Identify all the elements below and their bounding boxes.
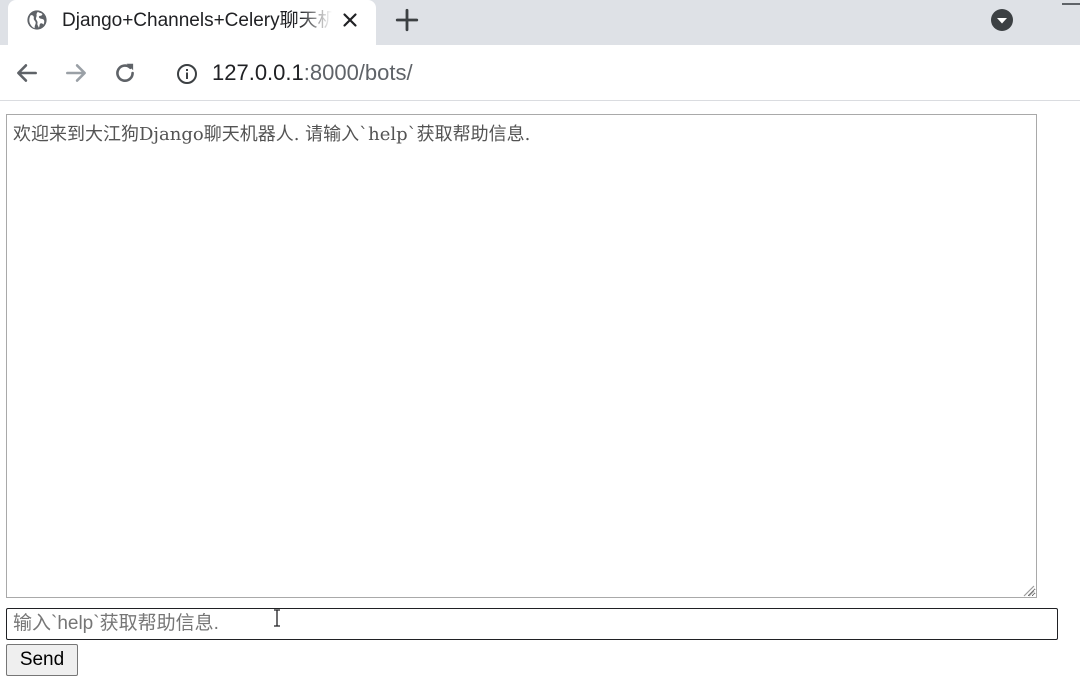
reload-icon[interactable]: [112, 60, 138, 86]
minimize-icon[interactable]: [1062, 2, 1080, 6]
arrow-right-icon[interactable]: [63, 60, 89, 86]
tab-title: Django+Channels+Celery聊天机器人: [62, 10, 332, 31]
chevron-down-circle-icon[interactable]: [990, 8, 1014, 32]
resize-handle-icon[interactable]: [1021, 583, 1035, 597]
address-bar[interactable]: 127.0.0.1:8000/bots/: [212, 59, 413, 87]
close-icon[interactable]: [339, 9, 361, 31]
browser-tab-active[interactable]: Django+Channels+Celery聊天机器人: [8, 0, 376, 45]
browser-toolbar: 127.0.0.1:8000/bots/: [0, 45, 1080, 101]
tab-strip: Django+Channels+Celery聊天机器人: [0, 0, 1080, 45]
plus-icon[interactable]: [394, 7, 420, 33]
globe-icon: [27, 10, 47, 30]
url-path: :8000/bots/: [303, 60, 413, 85]
message-input[interactable]: [6, 608, 1058, 640]
text-cursor-icon: [274, 609, 280, 627]
send-button[interactable]: Send: [6, 644, 78, 676]
url-host: 127.0.0.1: [212, 60, 304, 85]
arrow-left-icon[interactable]: [14, 60, 40, 86]
info-icon[interactable]: [175, 62, 199, 86]
chat-log-textarea[interactable]: [6, 114, 1037, 598]
